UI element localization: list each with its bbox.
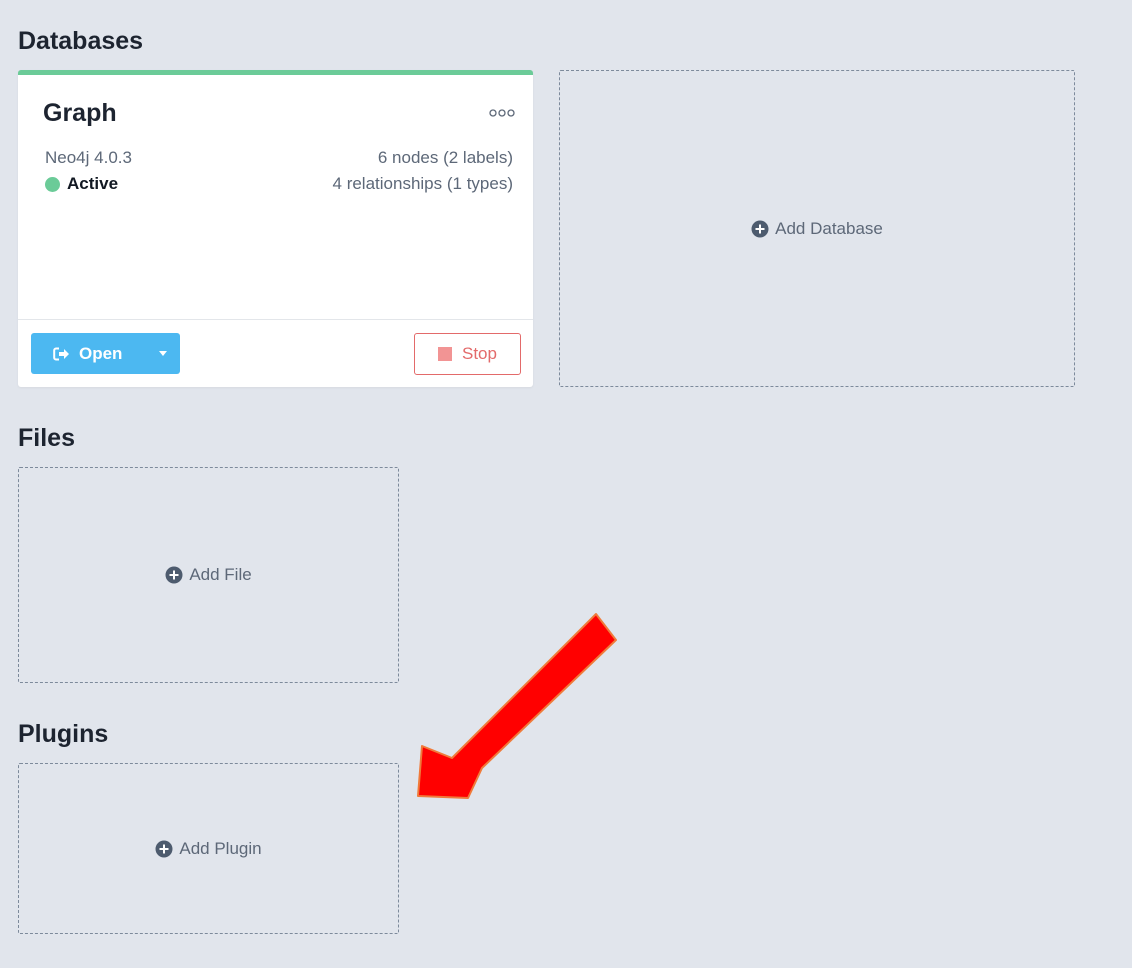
add-file-label: Add File [189,565,252,584]
database-version: Neo4j 4.0.3 [45,148,132,167]
status-dot-icon [45,176,60,192]
relationship-count: 4 relationships (1 types) [332,174,513,193]
stop-square-icon [438,347,452,361]
add-file-button[interactable]: Add File [18,467,399,683]
add-database-button[interactable]: Add Database [559,70,1075,387]
plus-circle-icon [751,220,769,238]
add-plugin-button[interactable]: Add Plugin [18,763,399,934]
add-plugin-content: Add Plugin [155,838,262,859]
database-card: Graph Neo4j 4.0.3 Active 6 nodes (2 labe… [18,70,533,387]
add-database-label: Add Database [775,218,883,238]
chevron-down-icon[interactable] [159,351,167,356]
database-card-footer: Open Stop [18,319,533,387]
add-database-content: Add Database [751,219,883,239]
add-plugin-label: Add Plugin [179,838,262,858]
neo4j-desktop-project-view: Databases Graph Neo4j 4.0.3 Active 6 nod… [0,0,1132,968]
red-arrow-icon [417,613,617,799]
node-count: 6 nodes (2 labels) [377,148,513,167]
status-label: Active [67,174,119,193]
open-button-label: Open [79,343,123,363]
open-button[interactable]: Open [31,333,180,374]
stop-button[interactable]: Stop [414,333,521,375]
open-external-icon [53,347,70,361]
files-heading: Files [18,424,75,452]
status-badge: Active [45,174,118,194]
stop-button-label: Stop [462,344,497,363]
more-dots-icon[interactable] [489,108,515,118]
databases-heading: Databases [18,27,144,55]
plus-circle-icon [155,840,173,858]
add-file-content: Add File [165,565,252,585]
database-name: Graph [43,99,117,127]
plus-circle-icon [165,566,183,584]
plugins-heading: Plugins [18,720,109,748]
